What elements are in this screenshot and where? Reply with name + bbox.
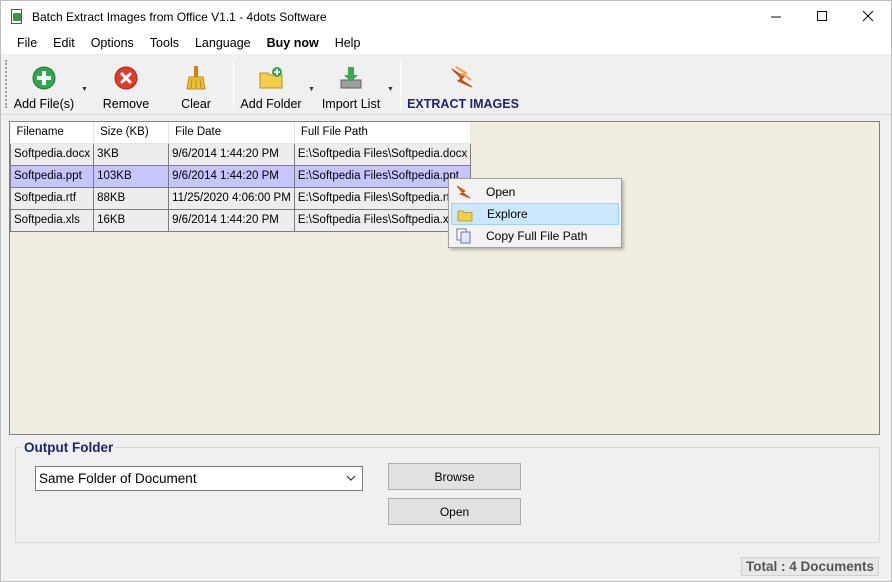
- extract-images-button[interactable]: EXTRACT IMAGES: [407, 54, 519, 114]
- open-output-button[interactable]: Open: [388, 498, 521, 525]
- toolbar-separator: [400, 60, 401, 110]
- context-menu: Open Explore Copy Full File Path: [448, 178, 622, 248]
- add-files-button[interactable]: Add File(s): [13, 54, 75, 114]
- remove-icon: [114, 66, 138, 90]
- output-folder-group: Output Folder Same Folder of Document Br…: [15, 440, 880, 543]
- menu-language[interactable]: Language: [187, 32, 259, 54]
- import-list-button[interactable]: Import List: [320, 54, 382, 114]
- cell-file-date: 11/25/2020 4:06:00 PM: [168, 186, 295, 210]
- file-list[interactable]: Filename Size (KB) File Date Full File P…: [9, 121, 880, 435]
- cell-full-path: E:\Softpedia Files\Softpedia.rtf: [293, 186, 472, 210]
- column-header-size[interactable]: Size (KB): [93, 122, 170, 144]
- add-folder-label: Add Folder: [240, 97, 302, 111]
- remove-label: Remove: [102, 97, 150, 111]
- open-output-button-label: Open: [439, 504, 470, 519]
- cell-full-path: E:\Softpedia Files\Softpedia.docx: [293, 142, 472, 166]
- browse-button-label: Browse: [434, 469, 475, 484]
- context-menu-open[interactable]: Open: [451, 181, 619, 203]
- table-row[interactable]: Softpedia.xls 16KB 9/6/2014 1:44:20 PM E…: [9, 208, 472, 232]
- extract-images-label: EXTRACT IMAGES: [407, 97, 519, 111]
- add-folder-dropdown-arrow[interactable]: ▼: [308, 86, 315, 93]
- menu-options[interactable]: Options: [83, 32, 142, 54]
- context-menu-copy-path[interactable]: Copy Full File Path: [451, 225, 619, 247]
- import-icon: [340, 67, 362, 89]
- remove-button[interactable]: Remove: [99, 54, 153, 114]
- cell-size: 3KB: [93, 142, 170, 166]
- output-folder-select[interactable]: Same Folder of Document: [35, 466, 363, 491]
- toolbar-separator: [233, 60, 234, 110]
- column-header-full-path[interactable]: Full File Path: [294, 122, 472, 144]
- context-menu-copy-path-label: Copy Full File Path: [486, 229, 588, 243]
- output-folder-value: Same Folder of Document: [39, 471, 197, 486]
- folder-add-icon: [259, 67, 283, 89]
- cell-filename: Softpedia.rtf: [9, 186, 95, 210]
- cell-size: 88KB: [93, 186, 170, 210]
- total-documents-status: Total : 4 Documents: [740, 557, 879, 576]
- copy-icon: [456, 228, 471, 244]
- menu-help[interactable]: Help: [327, 32, 369, 54]
- cell-size: 103KB: [93, 164, 170, 188]
- column-header-filename[interactable]: Filename: [10, 122, 95, 144]
- menu-tools[interactable]: Tools: [142, 32, 187, 54]
- menu-buy-now[interactable]: Buy now: [259, 32, 327, 54]
- cell-filename: Softpedia.ppt: [9, 164, 95, 188]
- close-icon: [862, 11, 873, 22]
- add-icon: [32, 66, 56, 90]
- close-button[interactable]: [845, 1, 891, 32]
- context-menu-explore[interactable]: Explore: [451, 203, 619, 225]
- cell-file-date: 9/6/2014 1:44:20 PM: [168, 164, 295, 188]
- menu-file[interactable]: File: [9, 32, 45, 54]
- menu-edit[interactable]: Edit: [45, 32, 83, 54]
- table-row[interactable]: Softpedia.docx 3KB 9/6/2014 1:44:20 PM E…: [9, 142, 472, 166]
- cell-full-path: E:\Softpedia Files\Softpedia.ppt: [293, 164, 472, 188]
- add-files-label: Add File(s): [13, 97, 75, 111]
- title-bar: Batch Extract Images from Office V1.1 - …: [1, 1, 891, 32]
- column-header-file-date[interactable]: File Date: [168, 122, 295, 144]
- context-menu-open-label: Open: [486, 185, 516, 199]
- cell-size: 16KB: [93, 208, 170, 232]
- add-folder-button[interactable]: Add Folder: [239, 54, 303, 114]
- browse-button[interactable]: Browse: [388, 463, 521, 490]
- clear-label: Clear: [181, 97, 211, 111]
- output-folder-legend: Output Folder: [22, 440, 116, 455]
- context-menu-explore-label: Explore: [487, 207, 528, 221]
- extract-arrow-icon: [451, 66, 473, 88]
- window-title: Batch Extract Images from Office V1.1 - …: [32, 9, 327, 24]
- minimize-icon: [770, 16, 781, 18]
- toolbar: Add File(s) ▼ Remove Clear Add Folder ▼ …: [1, 54, 891, 115]
- table-row[interactable]: Softpedia.rtf 88KB 11/25/2020 4:06:00 PM…: [9, 186, 472, 210]
- maximize-button[interactable]: [799, 1, 845, 32]
- menu-bar: File Edit Options Tools Language Buy now…: [1, 32, 891, 54]
- cell-file-date: 9/6/2014 1:44:20 PM: [168, 142, 295, 166]
- table-row-selected[interactable]: Softpedia.ppt 103KB 9/6/2014 1:44:20 PM …: [9, 164, 472, 188]
- chevron-down-icon: [346, 467, 356, 499]
- table-header-row: Filename Size (KB) File Date Full File P…: [10, 122, 472, 144]
- open-arrow-icon: [456, 185, 471, 199]
- minimize-button[interactable]: [753, 1, 799, 32]
- folder-icon: [457, 210, 473, 222]
- clear-button[interactable]: Clear: [173, 54, 219, 114]
- cell-filename: Softpedia.docx: [9, 142, 95, 166]
- cell-filename: Softpedia.xls: [9, 208, 95, 232]
- cell-file-date: 9/6/2014 1:44:20 PM: [168, 208, 295, 232]
- import-list-label: Import List: [321, 97, 381, 111]
- add-files-dropdown-arrow[interactable]: ▼: [81, 86, 88, 93]
- broom-icon: [186, 66, 206, 90]
- file-table: Filename Size (KB) File Date Full File P…: [9, 122, 472, 232]
- maximize-icon: [816, 11, 827, 21]
- window-controls: [753, 1, 891, 32]
- cell-full-path: E:\Softpedia Files\Softpedia.xls: [293, 208, 472, 232]
- app-window: Batch Extract Images from Office V1.1 - …: [0, 0, 892, 582]
- app-icon: [10, 8, 24, 25]
- toolbar-grip: [5, 60, 7, 108]
- import-list-dropdown-arrow[interactable]: ▼: [387, 86, 394, 93]
